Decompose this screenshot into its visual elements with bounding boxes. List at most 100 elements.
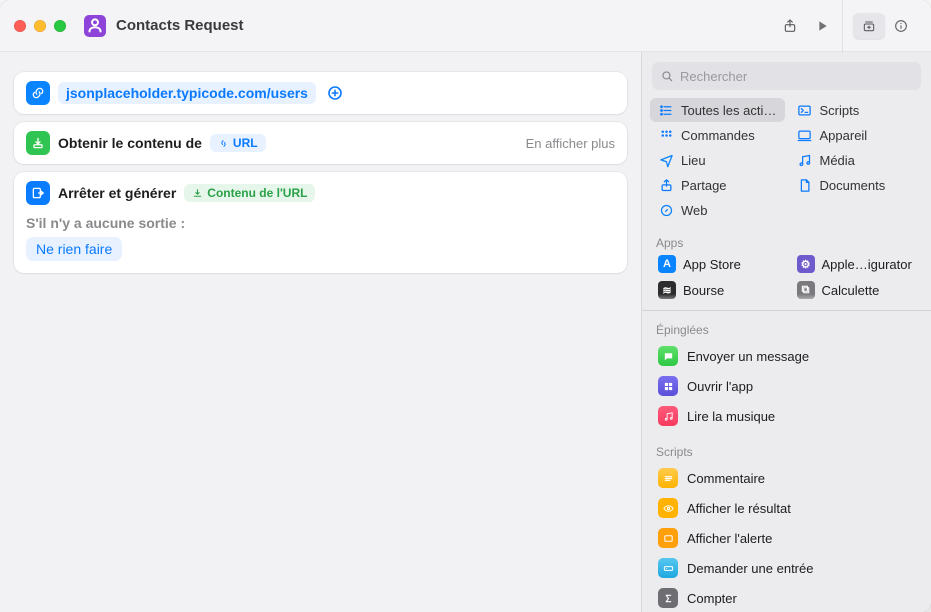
app-label: App Store: [683, 257, 741, 272]
add-url-button[interactable]: [324, 82, 346, 104]
device-icon: [797, 127, 813, 143]
url-token[interactable]: URL: [210, 134, 266, 152]
music-icon: [797, 152, 813, 168]
library-search[interactable]: [652, 62, 921, 90]
script-demander-une-entr-e[interactable]: Demander une entrée: [646, 553, 927, 583]
app-bourse[interactable]: ≋Bourse: [650, 278, 785, 302]
action-icon: [658, 588, 678, 608]
script-afficher-l-alerte[interactable]: Afficher l'alerte: [646, 523, 927, 553]
share-button[interactable]: [774, 13, 806, 39]
app-icon: A: [658, 255, 676, 273]
category-appareil[interactable]: Appareil: [789, 123, 924, 147]
output-icon: [26, 181, 50, 205]
action-icon: [658, 406, 678, 426]
category-commandes[interactable]: Commandes: [650, 123, 785, 147]
category-label: Lieu: [681, 153, 706, 168]
action-label: Afficher le résultat: [687, 501, 791, 516]
action-label: Compter: [687, 591, 737, 606]
dots-icon: [658, 127, 674, 143]
content-area: jsonplaceholder.typicode.com/users Obten…: [0, 52, 931, 612]
search-input[interactable]: [680, 69, 913, 84]
script-afficher-le-r-sultat[interactable]: Afficher le résultat: [646, 493, 927, 523]
show-more-button[interactable]: En afficher plus: [526, 136, 615, 151]
script-compter[interactable]: Compter: [646, 583, 927, 612]
category-label: Partage: [681, 178, 727, 193]
close-window-button[interactable]: [14, 20, 26, 32]
action-label: Lire la musique: [687, 409, 775, 424]
do-nothing-option[interactable]: Ne rien faire: [26, 237, 122, 261]
category-label: Scripts: [820, 103, 860, 118]
action-icon: [658, 528, 678, 548]
app-app-store[interactable]: A App Store: [650, 252, 785, 276]
action-label: Demander une entrée: [687, 561, 813, 576]
info-button[interactable]: [885, 13, 917, 39]
script-commentaire[interactable]: Commentaire: [646, 463, 927, 493]
if-no-output-label: S'il n'y a aucune sortie :: [26, 215, 615, 231]
category-label: Média: [820, 153, 855, 168]
category-partage[interactable]: Partage: [650, 173, 785, 197]
category-scripts[interactable]: Scripts: [789, 98, 924, 122]
safari-icon: [658, 202, 674, 218]
term-icon: [797, 102, 813, 118]
category-documents[interactable]: Documents: [789, 173, 924, 197]
action-icon: [658, 558, 678, 578]
action-label: Ouvrir l'app: [687, 379, 753, 394]
link-icon: [26, 81, 50, 105]
category-label: Toutes les acti…: [681, 103, 776, 118]
action-icon: [658, 498, 678, 518]
category-m-dia[interactable]: Média: [789, 148, 924, 172]
action-get-contents[interactable]: Obtenir le contenu de URL En afficher pl…: [14, 122, 627, 164]
shortcut-icon: [84, 15, 106, 37]
pinned-envoyer-un-message[interactable]: Envoyer un message: [646, 341, 927, 371]
action-stop-output[interactable]: Arrêter et générer Contenu de l'URL S'il…: [14, 172, 627, 273]
run-button[interactable]: [806, 13, 838, 39]
category-label: Web: [681, 203, 708, 218]
url-value[interactable]: jsonplaceholder.typicode.com/users: [58, 82, 316, 104]
app-calculette[interactable]: ⧉ Calculette: [789, 278, 924, 302]
share-icon: [658, 177, 674, 193]
toolbar-separator: [842, 0, 843, 52]
url-token-label: URL: [233, 136, 258, 150]
app-label: Calculette: [822, 283, 880, 298]
action-url[interactable]: jsonplaceholder.typicode.com/users: [14, 72, 627, 114]
action-title: Arrêter et générer: [58, 185, 176, 201]
divider: [642, 310, 931, 311]
workflow-canvas[interactable]: jsonplaceholder.typicode.com/users Obten…: [0, 52, 641, 612]
action-label: Envoyer un message: [687, 349, 809, 364]
action-title: Obtenir le contenu de: [58, 135, 202, 151]
apps-section-header: Apps: [642, 228, 931, 252]
titlebar: Contacts Request: [0, 0, 931, 52]
library-toggle-button[interactable]: [853, 13, 885, 39]
scripts-section-header: Scripts: [642, 431, 931, 463]
category-label: Appareil: [820, 128, 868, 143]
action-label: Afficher l'alerte: [687, 531, 772, 546]
minimize-window-button[interactable]: [34, 20, 46, 32]
apps-grid: A App Store ⚙ Apple…igurator ≋Bourse ⧉ Calcule…: [642, 252, 931, 306]
action-icon: [658, 376, 678, 396]
action-icon: [658, 468, 678, 488]
category-web[interactable]: Web: [650, 198, 785, 222]
category-label: Documents: [820, 178, 886, 193]
pinned-section-header: Épinglées: [642, 315, 931, 341]
zoom-window-button[interactable]: [54, 20, 66, 32]
app-icon: ≋: [658, 281, 676, 299]
pinned-ouvrir-l-app[interactable]: Ouvrir l'app: [646, 371, 927, 401]
shortcut-title: Contacts Request: [116, 17, 244, 34]
app-icon: ⚙: [797, 255, 815, 273]
doc-icon: [797, 177, 813, 193]
library-pane: Toutes les acti… Scripts Commandes Appareil…: [641, 52, 931, 612]
app-apple-igurator[interactable]: ⚙ Apple…igurator: [789, 252, 924, 276]
app-label: Apple…igurator: [822, 257, 912, 272]
pinned-lire-la-musique[interactable]: Lire la musique: [646, 401, 927, 431]
action-label: Commentaire: [687, 471, 765, 486]
window-controls: [14, 20, 66, 32]
category-grid: Toutes les acti… Scripts Commandes Appareil…: [642, 98, 931, 228]
category-label: Commandes: [681, 128, 755, 143]
category-toutes-les-acti[interactable]: Toutes les acti…: [650, 98, 785, 122]
download-icon: [26, 131, 50, 155]
app-icon: ⧉: [797, 281, 815, 299]
actions-list[interactable]: Épinglées Envoyer un message Ouvrir l'app…: [642, 315, 931, 612]
content-token[interactable]: Contenu de l'URL: [184, 184, 315, 202]
location-icon: [658, 152, 674, 168]
category-lieu[interactable]: Lieu: [650, 148, 785, 172]
